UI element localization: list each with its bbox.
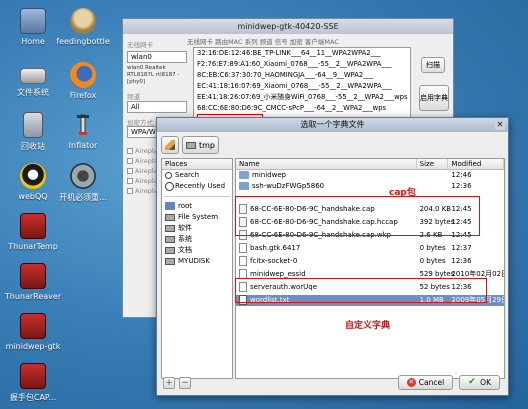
desktop-icon-thunarreaver[interactable]: ThunarReaver xyxy=(0,263,66,301)
place-item-system[interactable]: 系统 xyxy=(162,234,232,245)
feedingbottle-icon xyxy=(70,8,96,34)
pencil-icon xyxy=(165,140,175,150)
file-row[interactable]: bash.gtk.6417 0 bytes 12:37 xyxy=(236,243,504,254)
place-item-myudisk[interactable]: MYUDISK xyxy=(162,256,232,267)
clock-icon xyxy=(165,181,174,191)
folder-icon xyxy=(239,171,249,179)
place-item-recent[interactable]: Recently Used xyxy=(162,181,232,192)
trash-icon xyxy=(23,112,43,138)
adapter-label: 无线网卡 xyxy=(127,41,153,49)
column-name[interactable]: Name xyxy=(236,159,417,169)
drive-icon xyxy=(20,68,46,84)
column-modified[interactable]: Modified xyxy=(448,159,504,169)
file-list: Name Size Modified minidwep 12:46 ssh-wuD… xyxy=(235,158,505,379)
folder-icon xyxy=(239,182,249,190)
remove-bookmark-button[interactable]: − xyxy=(179,377,191,389)
ok-button[interactable]: ✔ OK xyxy=(459,375,500,390)
desktop-icon-label: minidwep-gtk xyxy=(5,342,61,351)
dialog-title: 选取一个字典文件 xyxy=(300,120,365,129)
place-item-root[interactable]: root xyxy=(162,201,232,212)
desktop-icon-label: 握手包CAP... xyxy=(9,393,57,402)
qq-icon xyxy=(20,163,46,189)
path-bar: tmp xyxy=(161,136,220,154)
network-row[interactable]: EE:41:18:26:07:69_小米随身WiFi_0768___-55__2… xyxy=(197,92,410,103)
place-item-documents[interactable]: 文档 xyxy=(162,245,232,256)
network-row[interactable]: 32:16:DE:12:46:BE_TP-LINK___64__11__WPA2… xyxy=(197,48,410,59)
network-row[interactable]: F2:76:E7:89:A1:60_Xiaomi_0768___-55__2__… xyxy=(197,59,410,70)
channel-label: 频道 xyxy=(127,93,140,101)
adapter-info: wlan0 Realtek RTL8187L rtl8187 - [phy0] xyxy=(127,65,180,85)
place-item-search[interactable]: Search xyxy=(162,170,232,181)
drive-icon xyxy=(165,224,175,232)
check-icon: ✔ xyxy=(468,377,476,387)
desktop-icon-label: Firefox xyxy=(69,91,97,100)
desktop-icon-feedingbottle[interactable]: feedingbottle xyxy=(50,8,116,46)
package-icon xyxy=(20,213,46,239)
places-header: Places xyxy=(162,159,232,170)
desktop-icon-label: ThunarReaver xyxy=(4,292,62,301)
drive-icon xyxy=(165,213,175,221)
adapter-select[interactable]: wlan0 xyxy=(127,51,187,63)
annotation-dict-label: 自定义字典 xyxy=(345,321,391,331)
desktop-icon-label: ThunarTemp xyxy=(8,242,58,251)
package-icon xyxy=(20,313,46,339)
drive-icon xyxy=(165,257,175,265)
file-row[interactable]: ssh-wuDzFWGp5860 12:36 xyxy=(236,181,504,192)
scan-button[interactable]: 扫描 xyxy=(421,57,445,73)
cancel-icon: ✕ xyxy=(406,378,416,387)
file-list-header: Name Size Modified xyxy=(236,159,504,170)
file-icon xyxy=(239,243,247,253)
drive-icon xyxy=(165,235,175,243)
desktop-icon-firefox[interactable]: Firefox xyxy=(50,62,116,100)
edit-location-button[interactable] xyxy=(161,136,179,154)
drive-icon xyxy=(165,246,175,254)
places-pane: Places Search Recently Used root File Sy… xyxy=(161,158,233,379)
drive-icon xyxy=(186,141,196,149)
file-row[interactable]: fcitx-socket-0 0 bytes 12:36 xyxy=(236,256,504,267)
dict-button[interactable]: 启用字典 xyxy=(419,85,449,111)
network-list-header: 无线网卡 路由MAC 系列 频道 信号 加密 客户端MAC xyxy=(187,38,339,46)
desktop-icon-label: feedingbottle xyxy=(56,37,110,46)
channel-select[interactable]: All xyxy=(127,101,187,113)
close-icon[interactable]: ✕ xyxy=(495,120,505,130)
gear-icon xyxy=(70,163,96,189)
path-button-tmp[interactable]: tmp xyxy=(182,136,220,154)
desktop-icon-label: 开机必须重... xyxy=(59,193,107,202)
cancel-button[interactable]: ✕ Cancel xyxy=(397,375,454,390)
file-row[interactable]: minidwep 12:46 xyxy=(236,170,504,181)
desktop-icon-minidwep[interactable]: minidwep-gtk xyxy=(0,313,66,351)
window-title: minidwep-gtk-40420-SSE xyxy=(123,19,453,34)
places-separator xyxy=(164,196,230,197)
desktop-icon-label: Inflator xyxy=(68,141,98,150)
home-icon xyxy=(20,8,46,34)
annotation-cap-box xyxy=(235,196,480,236)
package-icon xyxy=(20,263,46,289)
search-icon xyxy=(165,171,172,179)
desktop-icon-startup[interactable]: 开机必须重... xyxy=(50,163,116,203)
folder-icon xyxy=(165,202,175,210)
file-icon xyxy=(239,256,247,266)
desktop-icon-inflator[interactable]: Inflator xyxy=(50,112,116,150)
inflator-icon xyxy=(70,112,96,138)
package-icon xyxy=(20,363,46,389)
place-item-software[interactable]: 软件 xyxy=(162,223,232,234)
add-bookmark-button[interactable]: + xyxy=(163,377,175,389)
desktop-icon-thunartemp[interactable]: ThunarTemp xyxy=(0,213,66,251)
column-size[interactable]: Size xyxy=(417,159,449,169)
network-row[interactable]: 8C:EB:C6:37:30:70_HAOMINGJA___-64__9__WP… xyxy=(197,70,410,81)
firefox-icon xyxy=(70,62,96,88)
desktop-icon-capfile[interactable]: 握手包CAP... xyxy=(0,363,66,403)
file-chooser-dialog: 选取一个字典文件 ✕ tmp Places Search Recently Us… xyxy=(156,117,509,396)
network-row[interactable]: EC:41:18:16:07:69_Xiaomi_0768___-55__2__… xyxy=(197,81,410,92)
place-item-filesystem[interactable]: File System xyxy=(162,212,232,223)
annotation-dict-box xyxy=(235,278,487,303)
